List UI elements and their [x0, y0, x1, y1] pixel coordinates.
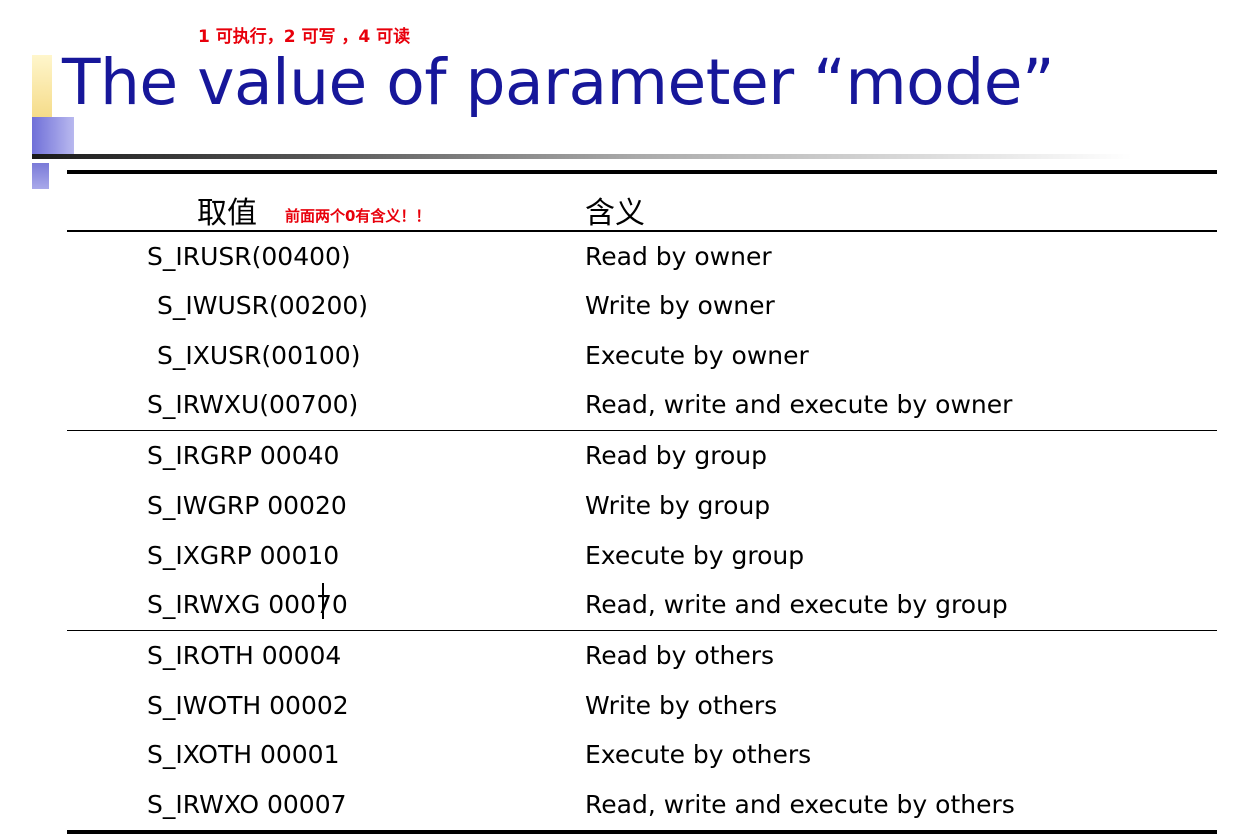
- table-row: S_IRWXG 00070 Read, write and execute by…: [67, 580, 1217, 630]
- table-row: S_IRUSR(00400) Read by owner: [67, 232, 1217, 282]
- table-bottom-rule: [67, 829, 1217, 834]
- owner-group: S_IRUSR(00400) Read by owner S_IWUSR(002…: [67, 232, 1217, 430]
- mode-meaning: Read by group: [585, 441, 767, 471]
- table-row: S_IWUSR(00200) Write by owner: [67, 281, 1217, 331]
- mode-meaning: Read by others: [585, 641, 775, 671]
- leading-zeros-note: 前面两个0有含义！！: [285, 207, 431, 225]
- column-header-value: 取值: [197, 196, 257, 231]
- decor-blue-small-block: [32, 163, 49, 189]
- mode-value: S_IRUSR(00400): [147, 241, 351, 271]
- table-row: S_IROTH 00004 Read by others: [67, 631, 1217, 681]
- table-row: S_IXOTH 00001 Execute by others: [67, 730, 1217, 780]
- text-cursor: [322, 583, 324, 620]
- mode-value: S_IWGRP 00020: [147, 490, 347, 520]
- table-row: S_IXUSR(00100) Execute by owner: [67, 331, 1217, 381]
- group-group: S_IRGRP 00040 Read by group S_IWGRP 0002…: [67, 431, 1217, 629]
- title-underline: [32, 154, 1132, 159]
- decor-blue-block: [32, 117, 74, 155]
- mode-meaning: Execute by owner: [585, 340, 809, 370]
- slide-title: The value of parameter “mode”: [62, 46, 1055, 119]
- mode-value: S_IRWXU(00700): [147, 390, 359, 420]
- mode-meaning: Write by others: [585, 690, 778, 720]
- mode-meaning: Execute by group: [585, 540, 805, 570]
- table-row: S_IRWXU(00700) Read, write and execute b…: [67, 380, 1217, 430]
- table-header: 取值 含义: [67, 174, 1217, 231]
- mode-value: S_IROTH 00004: [147, 641, 342, 671]
- others-group: S_IROTH 00004 Read by others S_IWOTH 000…: [67, 631, 1217, 829]
- permission-bits-note: 1 可执行，2 可写 ，4 可读: [198, 27, 411, 47]
- table-row: S_IRWXO 00007 Read, write and execute by…: [67, 780, 1217, 830]
- mode-value: S_IRGRP 00040: [147, 441, 340, 471]
- mode-value: S_IRWXG 00070: [147, 590, 348, 620]
- mode-meaning: Read, write and execute by others: [585, 790, 1015, 820]
- table-row: S_IRGRP 00040 Read by group: [67, 431, 1217, 481]
- mode-value: S_IWOTH 00002: [147, 690, 349, 720]
- mode-meaning: Read, write and execute by owner: [585, 390, 1013, 420]
- mode-meaning: Execute by others: [585, 740, 812, 770]
- mode-value: S_IXGRP 00010: [147, 540, 340, 570]
- table-row: S_IXGRP 00010 Execute by group: [67, 531, 1217, 581]
- table-row: S_IWOTH 00002 Write by others: [67, 681, 1217, 731]
- column-header-meaning: 含义: [585, 196, 645, 231]
- mode-value: S_IRWXO 00007: [147, 790, 347, 820]
- mode-value: S_IWUSR(00200): [157, 291, 369, 321]
- mode-value: S_IXUSR(00100): [157, 340, 361, 370]
- decor-yellow-block: [32, 55, 52, 117]
- mode-meaning: Read, write and execute by group: [585, 590, 1008, 620]
- table-row: S_IWGRP 00020 Write by group: [67, 481, 1217, 531]
- mode-meaning: Read by owner: [585, 241, 772, 271]
- mode-table: 取值 含义 S_IRUSR(00400) Read by owner S_IWU…: [67, 170, 1217, 834]
- mode-value: S_IXOTH 00001: [147, 740, 340, 770]
- mode-meaning: Write by owner: [585, 291, 775, 321]
- mode-meaning: Write by group: [585, 490, 771, 520]
